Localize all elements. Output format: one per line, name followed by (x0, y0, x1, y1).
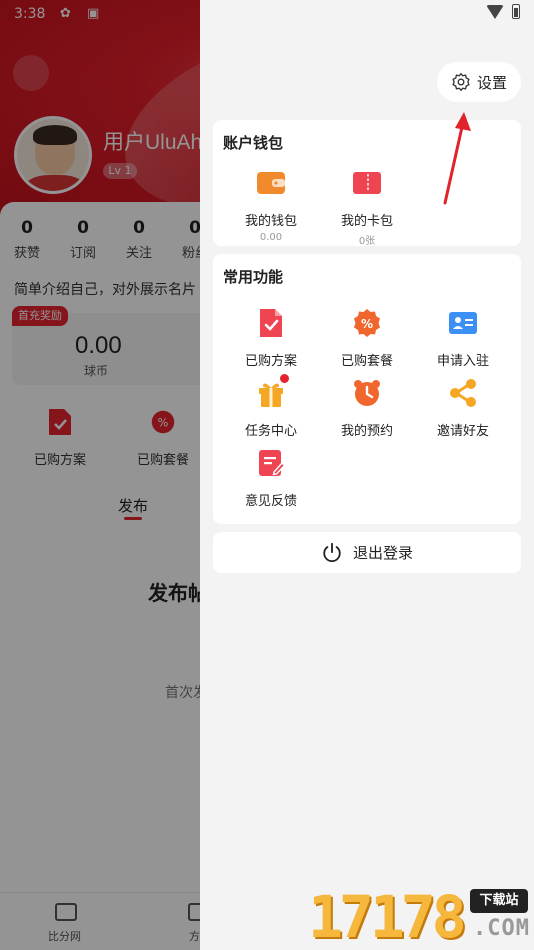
my-reservations-item[interactable]: 我的预约 (319, 378, 415, 439)
apply-join-item[interactable]: 申请入驻 (415, 308, 511, 369)
power-icon (323, 542, 341, 562)
my-wallet-label: 我的钱包 (244, 214, 297, 229)
my-card-pack-item[interactable]: 我的卡包 0张 (319, 168, 415, 247)
my-wallet-value: 0.00 (259, 232, 283, 243)
watermark-digits: 17178 (308, 883, 467, 950)
share-icon (450, 379, 476, 407)
settings-label: 设置 (476, 73, 507, 92)
purchased-packages-item[interactable]: % 已购套餐 (319, 308, 415, 369)
purchased-package-icon: % (354, 309, 380, 337)
wifi-icon (486, 4, 504, 19)
task-center-notification-dot (279, 373, 290, 384)
feedback-icon (259, 450, 286, 476)
apply-join-label: 申请入驻 (436, 354, 489, 369)
status-bar-right (486, 4, 520, 19)
my-reservations-label: 我的预约 (340, 424, 393, 439)
my-card-pack-value: 0张 (358, 236, 376, 247)
purchased-plans-label: 已购方案 (244, 354, 297, 369)
task-center-label: 任务中心 (244, 424, 297, 439)
alarm-clock-icon (354, 380, 380, 406)
watermark-logo: 17178 下载站 .COM (308, 885, 534, 950)
my-wallet-item[interactable]: 我的钱包 0.00 (223, 168, 319, 243)
purchased-plan-icon (260, 309, 282, 337)
watermark-domain: .COM (473, 916, 530, 941)
purchased-plans-item[interactable]: 已购方案 (223, 308, 319, 369)
gear-icon (452, 73, 470, 92)
invite-friends-item[interactable]: 邀请好友 (415, 378, 511, 439)
wallet-title: 账户钱包 (223, 134, 284, 152)
logout-button[interactable]: 退出登录 (213, 532, 521, 573)
task-center-item[interactable]: 任务中心 (223, 373, 319, 439)
card-pack-icon (353, 172, 381, 194)
invite-friends-label: 邀请好友 (436, 424, 489, 439)
wallet-icon (257, 172, 285, 194)
common-functions-panel: 常用功能 已购方案 % 已购套餐 申请入驻 任务中心 我的预约 邀请好友 意见反… (213, 254, 521, 524)
settings-button[interactable]: 设置 (437, 62, 521, 102)
svg-text:%: % (361, 317, 373, 331)
feedback-item[interactable]: 意见反馈 (223, 448, 319, 509)
side-drawer: 设置 账户钱包 我的钱包 0.00 我的卡包 0张 常用功能 已购方案 % 已购… (200, 0, 534, 950)
watermark-tag: 下载站 (470, 889, 528, 913)
logout-label: 退出登录 (352, 544, 413, 562)
purchased-packages-label: 已购套餐 (340, 354, 393, 369)
feedback-label: 意见反馈 (244, 494, 297, 509)
common-functions-title: 常用功能 (223, 268, 284, 286)
my-card-pack-label: 我的卡包 (340, 214, 393, 229)
wallet-panel: 账户钱包 我的钱包 0.00 我的卡包 0张 (213, 120, 521, 247)
apply-join-icon (449, 312, 477, 334)
battery-icon (512, 4, 520, 19)
